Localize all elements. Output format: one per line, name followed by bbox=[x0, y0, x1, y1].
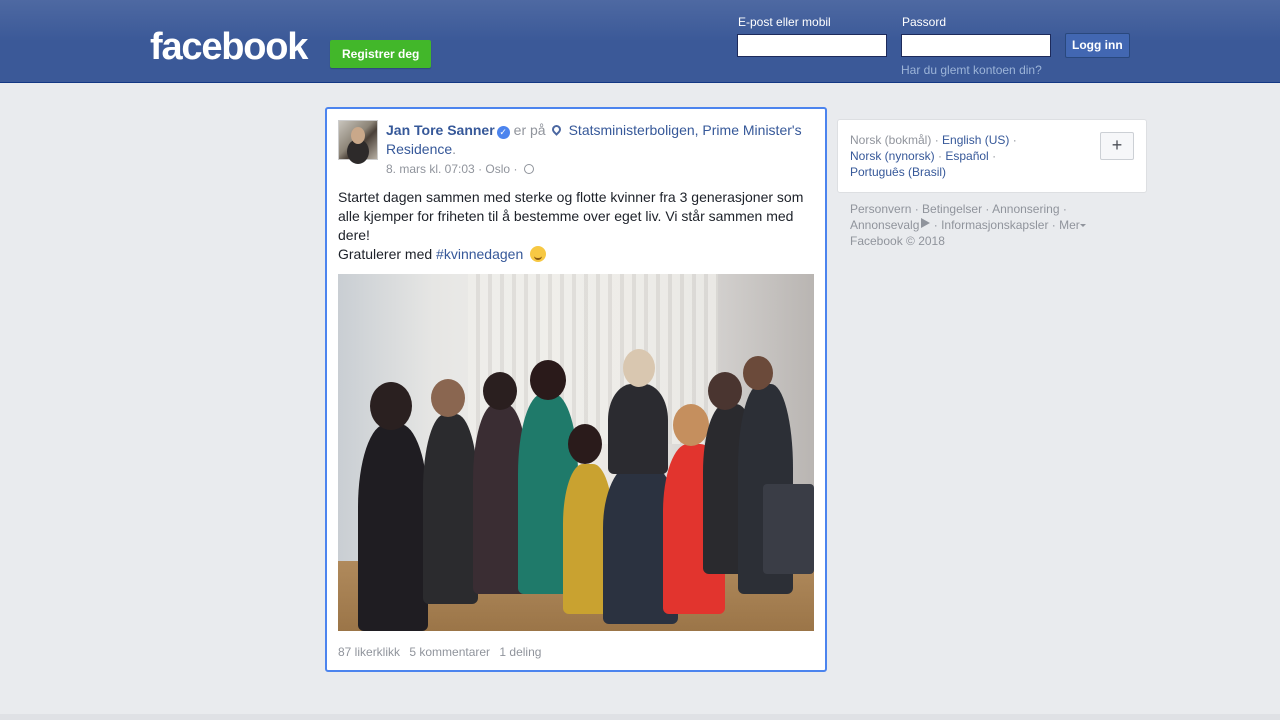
person-head bbox=[743, 356, 773, 390]
language-link-spanish[interactable]: Español bbox=[945, 149, 988, 163]
facebook-logo[interactable]: facebook bbox=[150, 27, 308, 67]
bottom-strip bbox=[0, 714, 1280, 720]
person-head bbox=[483, 372, 517, 410]
author-name-link[interactable]: Jan Tore Sanner bbox=[386, 122, 495, 138]
post-photo[interactable] bbox=[338, 274, 814, 631]
copyright: Facebook © 2018 bbox=[850, 234, 945, 248]
post-card: Jan Tore Sanner ✓ er på Statsministerbolige… bbox=[325, 107, 827, 672]
person-head bbox=[568, 424, 602, 464]
language-link-portuguese[interactable]: Português (Brasil) bbox=[850, 165, 946, 179]
login-button[interactable]: Logg inn bbox=[1065, 33, 1130, 58]
post-city[interactable]: Oslo bbox=[485, 162, 510, 176]
footer-link-advertising[interactable]: Annonsering bbox=[992, 202, 1059, 216]
person-figure bbox=[423, 414, 478, 604]
language-link-nynorsk[interactable]: Norsk (nynorsk) bbox=[850, 149, 935, 163]
footer-link-ad-choices[interactable]: Annonsevalg bbox=[850, 218, 919, 232]
footer-link-terms[interactable]: Betingelser bbox=[922, 202, 982, 216]
globe-icon bbox=[523, 164, 534, 174]
password-field[interactable] bbox=[901, 34, 1051, 57]
email-field[interactable] bbox=[737, 34, 887, 57]
footer-link-privacy[interactable]: Personvern bbox=[850, 202, 911, 216]
likes-count-link[interactable]: 87 likerklikk bbox=[338, 645, 400, 659]
person-head bbox=[370, 382, 412, 430]
post-text-main: Startet dagen sammen med sterke og flott… bbox=[338, 189, 804, 243]
place-suffix: . bbox=[452, 141, 457, 157]
post-timestamp[interactable]: 8. mars kl. 07:03 bbox=[386, 162, 475, 176]
person-figure bbox=[358, 424, 428, 631]
person-head bbox=[623, 349, 655, 387]
language-selector-box: Norsk (bokmål) · English (US) · Norsk (n… bbox=[837, 119, 1147, 193]
author-avatar[interactable] bbox=[338, 120, 378, 160]
person-figure bbox=[608, 384, 668, 474]
piano-decoration bbox=[763, 484, 814, 574]
person-head bbox=[530, 360, 566, 400]
comments-count-link[interactable]: 5 kommentarer bbox=[409, 645, 490, 659]
footer: Personvern · Betingelser · Annonsering ·… bbox=[850, 201, 1110, 249]
map-pin-icon bbox=[549, 123, 563, 136]
language-link-english[interactable]: English (US) bbox=[942, 133, 1009, 147]
password-label: Passord bbox=[902, 15, 947, 29]
person-head bbox=[431, 379, 465, 417]
hashtag-link[interactable]: #kvinnedagen bbox=[436, 246, 523, 262]
register-button[interactable]: Registrer deg bbox=[330, 40, 432, 68]
more-languages-button[interactable]: + bbox=[1100, 132, 1134, 160]
post-meta: 8. mars kl. 07:03 · Oslo · bbox=[386, 162, 534, 176]
forgot-account-link[interactable]: Har du glemt kontoen din? bbox=[901, 63, 1042, 77]
post-header: Jan Tore Sanner ✓ er på Statsministerbolige… bbox=[386, 121, 806, 159]
person-head bbox=[708, 372, 742, 410]
post-text-greeting: Gratulerer med bbox=[338, 246, 433, 262]
person-head bbox=[673, 404, 709, 446]
smiling-face-icon bbox=[530, 246, 547, 262]
ad-choices-icon bbox=[921, 218, 931, 228]
top-bar: facebook Registrer deg E-post eller mobi… bbox=[0, 0, 1280, 83]
is-at-text: er på bbox=[513, 122, 546, 138]
email-label: E-post eller mobil bbox=[738, 15, 831, 29]
footer-link-more[interactable]: Mer bbox=[1059, 218, 1080, 232]
post-stats: 87 likerklikk 5 kommentarer 1 deling bbox=[338, 645, 547, 659]
shares-count-link[interactable]: 1 deling bbox=[499, 645, 541, 659]
footer-link-cookies[interactable]: Informasjonskapsler bbox=[941, 218, 1048, 232]
post-body: Startet dagen sammen med sterke og flott… bbox=[338, 188, 818, 264]
verified-badge-icon: ✓ bbox=[496, 126, 510, 139]
current-language: Norsk (bokmål) bbox=[850, 133, 932, 147]
chevron-down-icon bbox=[1079, 224, 1086, 227]
